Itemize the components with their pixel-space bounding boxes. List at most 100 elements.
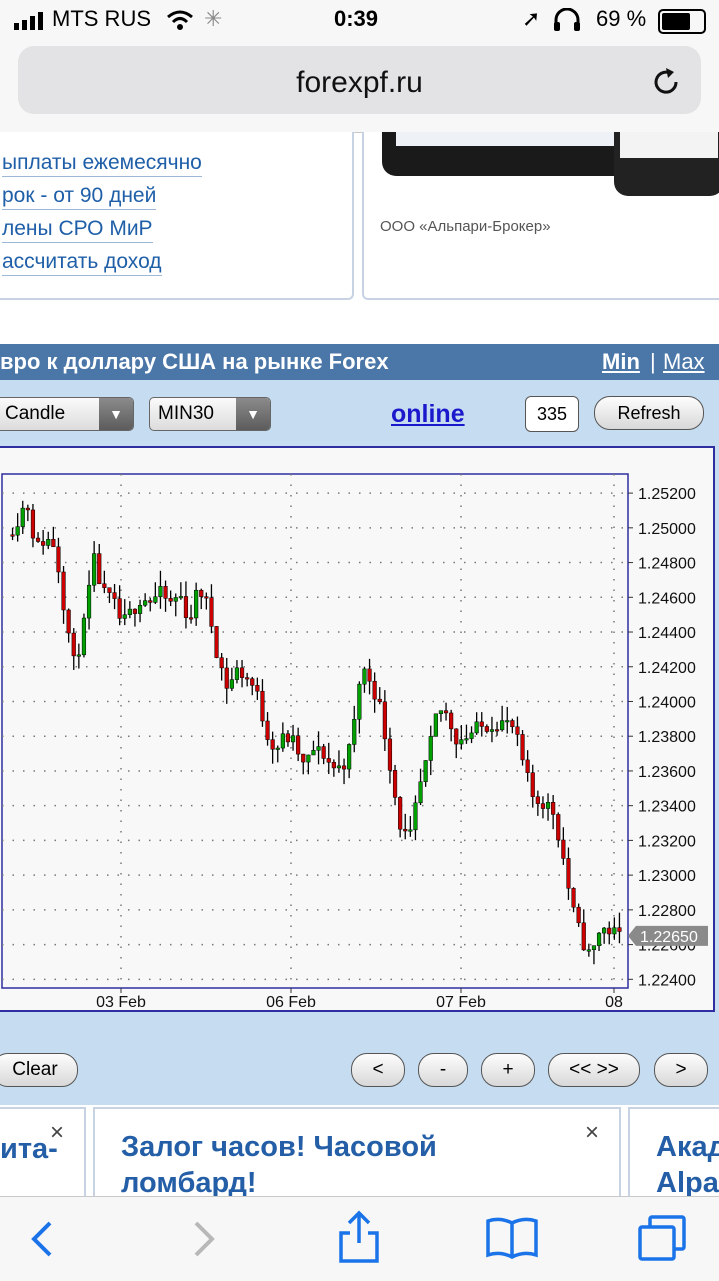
bars-count-input[interactable]: 335 xyxy=(525,396,579,432)
y-tick-label: 1.23000 xyxy=(638,868,696,885)
candle-up xyxy=(143,600,148,606)
price-chart[interactable]: 1.25200 1.25000 1.24800 1.24600 1.24400 1.242… xyxy=(0,448,713,1010)
candle-down xyxy=(245,677,250,680)
candle-down xyxy=(168,598,173,602)
promo-link-sro[interactable]: лены СРО МиР xyxy=(2,216,153,243)
candle-down xyxy=(25,507,30,511)
candle-up xyxy=(438,710,444,715)
candle-up xyxy=(280,733,285,749)
candle-up xyxy=(306,754,311,763)
candle-down xyxy=(377,698,382,703)
fit-all-button[interactable]: << >> xyxy=(548,1053,640,1087)
back-icon[interactable] xyxy=(28,1219,58,1259)
candle-up xyxy=(76,654,81,657)
candle-down xyxy=(35,537,41,542)
candle-down xyxy=(41,541,46,546)
period-select[interactable]: MIN30 ▼ xyxy=(149,397,271,431)
candle-down xyxy=(10,534,15,537)
chart-frame: 1.25200 1.25000 1.24800 1.24600 1.24400 1.242… xyxy=(0,446,715,1012)
candle-up xyxy=(612,927,617,935)
min-max-separator: | xyxy=(650,349,656,374)
candle-down xyxy=(607,927,612,935)
promo-link-term[interactable]: рок - от 90 дней xyxy=(2,183,157,210)
candle-down xyxy=(535,796,540,804)
candle-up xyxy=(127,608,132,615)
y-tick-label: 1.25000 xyxy=(638,521,696,538)
scroll-left-button[interactable]: < xyxy=(351,1053,405,1087)
carrier-label: MTS RUS xyxy=(52,6,151,31)
browser-toolbar xyxy=(0,1196,719,1281)
x-tick-label: 07 Feb xyxy=(436,994,486,1010)
candle-down xyxy=(255,685,260,692)
candle-down xyxy=(566,858,571,889)
ad-title-line1: Залог часов! Часовой xyxy=(121,1131,437,1163)
wifi-icon xyxy=(167,10,193,30)
candle-down xyxy=(510,720,515,728)
x-tick-label: 06 Feb xyxy=(266,994,316,1010)
candle-up xyxy=(489,729,495,732)
broker-ad-panel[interactable]: ООО «Альпари-Брокер» xyxy=(362,132,719,300)
candle-up xyxy=(408,829,413,832)
candle-up xyxy=(413,802,418,831)
ad-right-line1: Акад xyxy=(656,1131,719,1163)
promo-link-payouts[interactable]: ыплаты ежемесячно xyxy=(2,150,202,177)
online-link[interactable]: online xyxy=(391,400,465,429)
candle-down xyxy=(285,733,291,743)
y-tick-label: 1.23200 xyxy=(638,833,696,850)
y-tick-label: 1.24200 xyxy=(638,660,696,677)
candle-down xyxy=(148,600,153,603)
chart-type-select[interactable]: Candle ▼ xyxy=(0,397,134,431)
candle-down xyxy=(132,608,138,614)
candle-up xyxy=(122,614,127,619)
candle-up xyxy=(352,719,357,745)
tabs-icon[interactable] xyxy=(636,1213,688,1263)
candle-down xyxy=(530,772,535,797)
promo-link-calculate[interactable]: ассчитать доход xyxy=(2,249,162,276)
ad-card-right[interactable]: Акад Alpa xyxy=(628,1107,719,1201)
close-icon[interactable]: × xyxy=(585,1119,599,1147)
candle-down xyxy=(484,726,489,732)
candle-down xyxy=(443,710,449,714)
clock: 0:39 xyxy=(334,6,379,31)
candle-up xyxy=(275,747,280,750)
candle-up xyxy=(474,721,479,734)
battery-percent: 69 % xyxy=(596,6,647,31)
current-price-label: 1.22650 xyxy=(640,929,698,946)
forward-icon[interactable] xyxy=(188,1219,218,1259)
candle-down xyxy=(571,888,576,908)
clear-button[interactable]: Clear xyxy=(0,1053,78,1087)
candle-down xyxy=(183,596,189,618)
y-tick-label: 1.23600 xyxy=(638,764,696,781)
max-view-link[interactable]: Max xyxy=(663,349,705,375)
candle-down xyxy=(265,720,270,740)
reload-icon[interactable] xyxy=(650,66,682,98)
candle-up xyxy=(357,683,362,720)
candle-down xyxy=(372,680,377,700)
refresh-button[interactable]: Refresh xyxy=(594,396,704,430)
scroll-right-button[interactable]: > xyxy=(654,1053,708,1087)
bookmarks-icon[interactable] xyxy=(484,1215,540,1261)
candle-up xyxy=(81,617,87,656)
zoom-in-button[interactable]: + xyxy=(481,1053,535,1087)
loading-spinner-icon: ✳ xyxy=(204,6,223,31)
candle-down xyxy=(188,617,194,620)
candle-up xyxy=(464,738,469,741)
candle-down xyxy=(97,553,102,585)
share-icon[interactable] xyxy=(336,1209,382,1265)
candle-up xyxy=(602,927,607,934)
period-value: MIN30 xyxy=(158,403,214,424)
ad-card-watch-pawn[interactable]: Залог часов! Часовой ломбард! × xyxy=(93,1107,621,1201)
ad-card-left[interactable]: ита- × xyxy=(0,1107,86,1201)
candle-down xyxy=(224,667,229,689)
y-tick-label: 1.23800 xyxy=(638,729,696,746)
candle-up xyxy=(92,553,97,586)
url-field[interactable]: forexpf.ru xyxy=(18,46,701,114)
close-icon[interactable]: × xyxy=(50,1119,64,1147)
y-tick-label: 1.24400 xyxy=(638,625,696,642)
x-tick-label: 08 xyxy=(605,994,623,1010)
candle-up xyxy=(158,586,163,597)
candle-down xyxy=(30,509,36,539)
min-view-link[interactable]: Min xyxy=(602,349,640,375)
candle-down xyxy=(561,839,566,859)
zoom-out-button[interactable]: - xyxy=(418,1053,468,1087)
